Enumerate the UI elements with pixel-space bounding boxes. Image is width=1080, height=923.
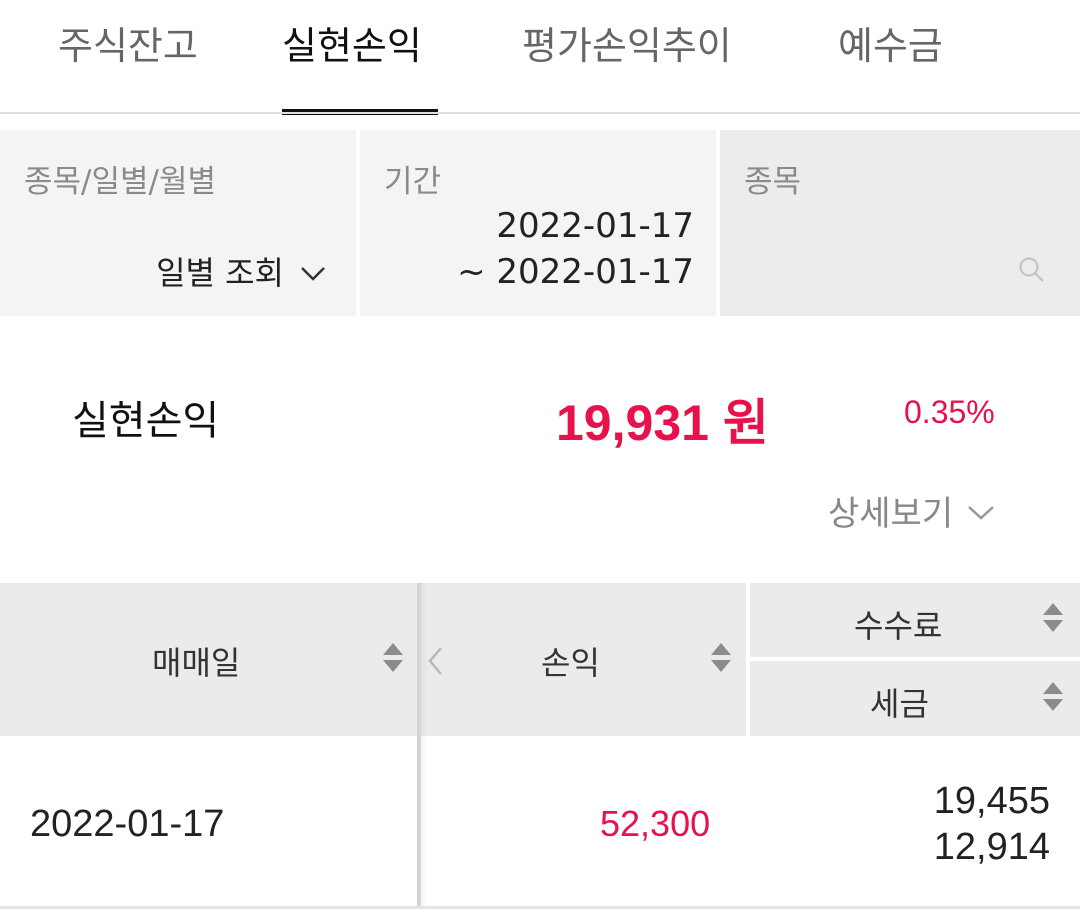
header-label: 매매일 xyxy=(152,644,241,682)
period-start-date: 2022-01-17 xyxy=(496,206,694,246)
tab-realized-pl[interactable]: 실현손익 xyxy=(282,18,438,115)
detail-toggle-button[interactable]: 상세보기 xyxy=(828,486,995,535)
header-fee[interactable]: 수수료 xyxy=(750,583,1080,657)
tabs-divider xyxy=(0,112,1080,114)
stock-caption: 종목 xyxy=(744,164,802,200)
row-trade-date: 2022-01-17 xyxy=(30,803,225,845)
row-tax: 12,914 xyxy=(933,826,1050,868)
row-divider xyxy=(0,906,1080,909)
period-end-date: ~ 2022-01-17 xyxy=(457,252,694,292)
query-type-caption: 종목/일별/월별 xyxy=(24,164,217,200)
chevron-down-icon xyxy=(300,252,326,290)
search-icon[interactable] xyxy=(1018,256,1046,288)
tab-label: 주식잔고 xyxy=(58,24,198,68)
tab-valuation-trend[interactable]: 평가손익추이 xyxy=(522,18,732,115)
chevron-down-icon xyxy=(967,491,995,531)
period-caption: 기간 xyxy=(384,164,442,200)
period-filter[interactable]: 기간 2022-01-17 ~ 2022-01-17 xyxy=(360,130,716,316)
tab-label: 예수금 xyxy=(838,24,943,68)
realized-pl-amount: 19,931 원 xyxy=(556,395,769,451)
row-fee: 19,455 xyxy=(933,780,1050,822)
detail-label: 상세보기 xyxy=(828,494,954,534)
realized-pl-rate: 0.35% xyxy=(904,394,995,430)
tab-label: 평가손익추이 xyxy=(522,24,732,68)
frozen-column-shadow xyxy=(417,583,427,909)
header-profit-loss[interactable]: 손익 xyxy=(421,583,746,736)
tab-bar: 주식잔고 실현손익 평가손익추이 예수금 xyxy=(0,0,1080,115)
sort-icon[interactable] xyxy=(711,643,731,672)
sort-icon[interactable] xyxy=(1043,603,1063,632)
tab-deposit[interactable]: 예수금 xyxy=(838,18,943,115)
sort-icon[interactable] xyxy=(1043,682,1063,711)
tab-stock-balance[interactable]: 주식잔고 xyxy=(58,18,198,115)
row-profit-loss: 52,300 xyxy=(600,803,711,844)
query-type-filter[interactable]: 종목/일별/월별 일별 조회 xyxy=(0,130,356,316)
header-label: 세금 xyxy=(870,685,929,723)
header-tax[interactable]: 세금 xyxy=(750,661,1080,736)
header-label: 손익 xyxy=(541,644,600,682)
chevron-left-icon[interactable] xyxy=(426,645,444,681)
query-type-select[interactable]: 일별 조회 xyxy=(156,248,326,294)
sort-icon[interactable] xyxy=(383,643,403,672)
tab-label: 실현손익 xyxy=(282,24,422,68)
summary-label: 실현손익 xyxy=(72,398,220,444)
header-label: 수수료 xyxy=(854,607,943,645)
query-type-value: 일별 조회 xyxy=(156,254,284,292)
header-trade-date[interactable]: 매매일 xyxy=(0,583,417,736)
stock-search-filter[interactable]: 종목 xyxy=(720,130,1080,316)
